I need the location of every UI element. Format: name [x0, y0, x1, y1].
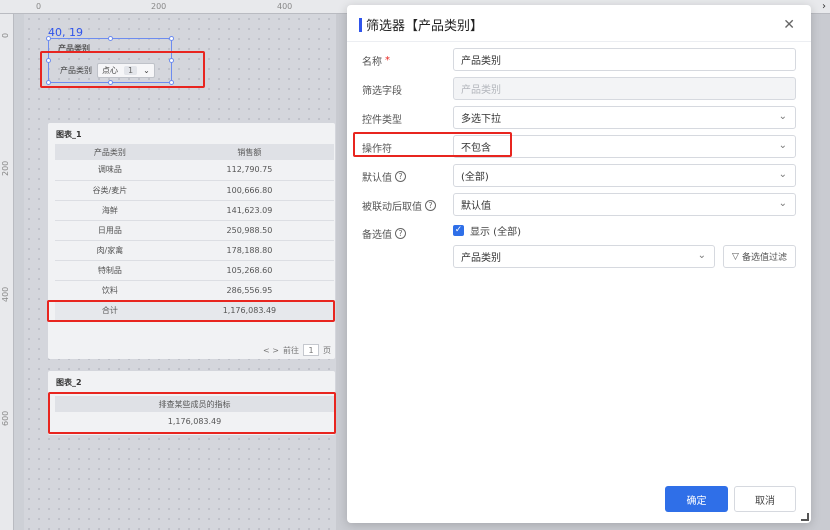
option-filter-button[interactable]: ▽ 备选值过滤 [723, 245, 796, 268]
column-header: 销售额 [164, 144, 334, 160]
confirm-button[interactable]: 确定 [665, 486, 728, 512]
resize-handle[interactable] [169, 36, 174, 41]
default-value-select[interactable]: (全部) ⌄ [453, 164, 796, 187]
control-type-label: 控件类型 [362, 115, 402, 126]
table-cell: 250,988.50 [164, 220, 334, 241]
ruler-tick: 200 [1, 160, 10, 176]
field-label: 筛选字段 [362, 86, 402, 97]
resize-grip-icon[interactable] [801, 513, 809, 521]
table-cell: 谷类/麦片 [55, 180, 165, 201]
required-asterisk: * [385, 55, 390, 66]
goto-label: 前往 [283, 345, 299, 355]
options-source-select[interactable]: 产品类别 ⌄ [453, 245, 715, 268]
control-type-value: 多选下拉 [461, 114, 501, 125]
highlight-box-operator [353, 132, 512, 157]
divider [347, 41, 811, 42]
filter-settings-dialog: 筛选器【产品类别】 ✕ 名称 * 产品类别 筛选字段 产品类别 控件类型 多选下… [347, 5, 811, 523]
control-type-select[interactable]: 多选下拉 ⌄ [453, 106, 796, 129]
ruler-tick: 0 [36, 2, 42, 11]
name-label: 名称 * [362, 53, 390, 68]
table-cell: 100,666.80 [164, 180, 334, 201]
table-row: 饮料 286,556.95 [55, 280, 334, 301]
table-cell: 105,268.60 [164, 260, 334, 281]
chart-1-card[interactable]: 图表_1 产品类别 销售额 调味品 112,790.75 谷类/麦片 100,666… [48, 123, 335, 359]
linked-value-value: 默认值 [461, 201, 491, 212]
default-value-label-text: 默认值 [362, 173, 392, 184]
table-row: 谷类/麦片 100,666.80 [55, 180, 334, 201]
chevron-down-icon: ⌄ [778, 140, 787, 151]
title-accent-bar [359, 17, 362, 32]
table-cell: 日用品 [55, 220, 165, 241]
page-unit: 页 [323, 345, 331, 355]
cancel-button[interactable]: 取消 [734, 486, 796, 512]
pagination: < > 前往 1 页 [263, 344, 331, 356]
linked-value-select[interactable]: 默认值 ⌄ [453, 193, 796, 216]
linked-value-label-text: 被联动后取值 [362, 202, 422, 213]
table-cell: 肉/家禽 [55, 240, 165, 261]
chevron-right-icon[interactable]: › [822, 1, 826, 12]
help-icon[interactable]: ? [425, 200, 436, 211]
table-cell: 141,623.09 [164, 200, 334, 221]
ruler-tick: 0 [1, 32, 10, 38]
chevron-down-icon: ⌄ [697, 250, 706, 261]
highlight-box-total [47, 300, 335, 322]
table-row: 调味品 112,790.75 [55, 160, 334, 181]
table-row: 肉/家禽 178,188.80 [55, 240, 334, 261]
chevron-down-icon: ⌄ [778, 169, 787, 180]
canvas-gutter [14, 14, 24, 530]
vertical-ruler: 0 200 400 600 [0, 14, 14, 530]
ruler-tick: 400 [277, 2, 293, 11]
chevron-down-icon: ⌄ [778, 198, 787, 209]
table-cell: 112,790.75 [164, 160, 334, 181]
filter-field-input: 产品类别 [453, 77, 796, 100]
help-icon[interactable]: ? [395, 171, 406, 182]
close-icon[interactable]: ✕ [783, 17, 795, 33]
chart-1-table: 产品类别 销售额 调味品 112,790.75 谷类/麦片 100,666.80 海… [55, 144, 334, 321]
show-all-checkbox[interactable]: ✓ [453, 225, 464, 236]
default-value-value: (全部) [461, 172, 489, 183]
resize-handle[interactable] [108, 36, 113, 41]
chart-2-title: 图表_2 [56, 378, 82, 387]
table-cell: 饮料 [55, 280, 165, 301]
name-input[interactable]: 产品类别 [453, 48, 796, 71]
linked-value-label: 被联动后取值 ? [362, 198, 436, 213]
table-cell: 特制品 [55, 260, 165, 281]
name-label-text: 名称 [362, 57, 382, 68]
show-all-checkbox-row[interactable]: ✓ 显示 (全部) [453, 223, 521, 238]
table-cell: 调味品 [55, 160, 165, 181]
highlight-box-chart2 [48, 392, 336, 434]
options-label-text: 备选值 [362, 230, 392, 241]
column-header: 产品类别 [55, 144, 165, 160]
options-label: 备选值 ? [362, 226, 406, 241]
table-cell: 178,188.80 [164, 240, 334, 261]
options-source-value: 产品类别 [461, 253, 501, 264]
dialog-title-text: 筛选器【产品类别】 [366, 19, 484, 34]
page-input[interactable]: 1 [303, 344, 319, 356]
default-value-label: 默认值 ? [362, 169, 406, 184]
option-filter-label: 备选值过滤 [741, 253, 787, 263]
dialog-title: 筛选器【产品类别】 [359, 15, 483, 34]
table-row: 海鲜 141,623.09 [55, 200, 334, 221]
ruler-tick: 200 [151, 2, 167, 11]
show-all-label: 显示 (全部) [470, 227, 521, 238]
chart-1-title: 图表_1 [56, 130, 82, 139]
table-cell: 海鲜 [55, 200, 165, 221]
resize-handle[interactable] [46, 36, 51, 41]
help-icon[interactable]: ? [395, 228, 406, 239]
table-row: 日用品 250,988.50 [55, 220, 334, 241]
chevron-down-icon: ⌄ [778, 111, 787, 122]
ruler-tick: 600 [1, 410, 10, 426]
table-row: 特制品 105,268.60 [55, 260, 334, 281]
page-arrows[interactable]: < > [263, 346, 279, 355]
highlight-box-filter [40, 51, 205, 88]
funnel-icon: ▽ [732, 251, 739, 262]
ruler-tick: 400 [1, 286, 10, 302]
table-cell: 286,556.95 [164, 280, 334, 301]
